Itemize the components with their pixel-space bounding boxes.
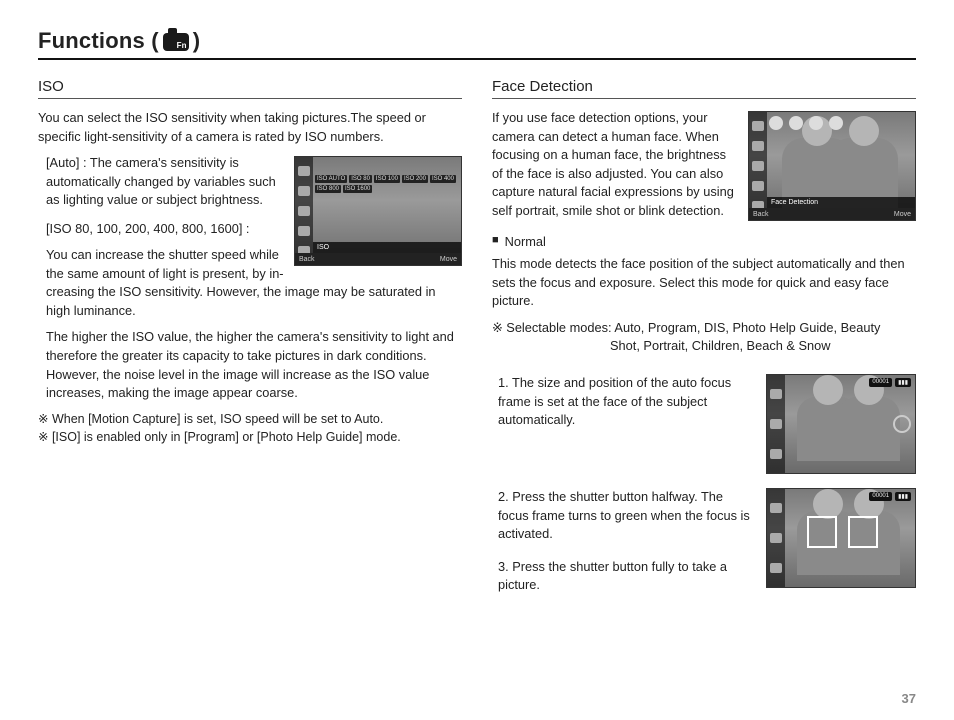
iso-lcd-preview: ISO AUTOISO 80ISO 100ISO 200ISO 400ISO 8…: [294, 156, 462, 266]
fd-selectable-line2: Shot, Portrait, Children, Beach & Snow: [610, 337, 916, 356]
fd-selectable-line1: ※ Selectable modes: Auto, Program, DIS, …: [492, 319, 916, 338]
fd-step-2-3: 2. Press the shutter button halfway. The…: [492, 488, 916, 595]
fd-lcd-menu-label: Face Detection: [767, 197, 915, 208]
title-suffix: ): [193, 28, 201, 54]
page-number: 37: [902, 691, 916, 706]
iso-intro: You can select the ISO sensitivity when …: [38, 109, 462, 146]
square-bullet-icon: ■: [492, 234, 499, 246]
fd-step-1: 1. The size and position of the auto foc…: [492, 374, 916, 474]
fd-icon-smile: [809, 116, 823, 130]
fd-mode-icons: [769, 116, 911, 130]
fd-lcd-back: Back: [753, 211, 769, 218]
osd-counter: 00001: [869, 492, 892, 501]
iso-option-strip: ISO AUTOISO 80ISO 100ISO 200ISO 400ISO 8…: [315, 175, 459, 193]
camera-fn-icon: [163, 33, 189, 51]
fd-mode-label: Normal: [505, 234, 546, 249]
face-detect-icon: [893, 415, 911, 433]
iso-lcd-menu-label: ISO: [313, 242, 461, 253]
battery-icon: ▮▮▮: [895, 378, 911, 387]
iso-note-2: ※ [ISO] is enabled only in [Program] or …: [38, 429, 462, 444]
fd-mode-text: This mode detects the face position of t…: [492, 255, 916, 311]
focus-box-left: [807, 516, 837, 548]
right-column: Face Detection Face Detection Back Move: [492, 78, 916, 609]
fd-step-3-text: 3. Press the shutter button fully to tak…: [498, 558, 754, 595]
fd-step-2-text: 2. Press the shutter button halfway. The…: [498, 488, 754, 544]
fd-icon-normal: [769, 116, 783, 130]
fd-selectable-1: Auto, Program, DIS, Photo Help Guide, Be…: [614, 320, 880, 335]
focus-box-right: [848, 516, 878, 548]
fd-icon-self: [789, 116, 803, 130]
iso-range-text-3: The higher the ISO value, the higher the…: [46, 328, 462, 402]
iso-range-text-2: creasing the ISO sensitivity. However, t…: [46, 283, 462, 320]
iso-lcd-move: Move: [440, 256, 457, 263]
fd-heading: Face Detection: [492, 78, 916, 99]
osd-counter: 00001: [869, 378, 892, 387]
battery-icon: ▮▮▮: [895, 492, 911, 501]
iso-heading: ISO: [38, 78, 462, 99]
fd-lcd-move: Move: [894, 211, 911, 218]
fd-step-1-lcd: 00001▮▮▮: [766, 374, 916, 474]
fd-icon-blink: [829, 116, 843, 130]
iso-lcd-back: Back: [299, 256, 315, 263]
fd-step-2-lcd: 00001▮▮▮: [766, 488, 916, 588]
iso-auto-label: [Auto] :: [46, 155, 90, 170]
left-column: ISO You can select the ISO sensitivity w…: [38, 78, 462, 609]
iso-note-1: ※ When [Motion Capture] is set, ISO spee…: [38, 411, 462, 426]
fd-selectable-prefix: ※ Selectable modes:: [492, 320, 614, 335]
fd-step-1-text: 1. The size and position of the auto foc…: [492, 374, 754, 430]
page-title: Functions ( ): [38, 28, 916, 60]
fd-lcd-preview: Face Detection Back Move: [748, 111, 916, 221]
title-prefix: Functions (: [38, 28, 159, 54]
